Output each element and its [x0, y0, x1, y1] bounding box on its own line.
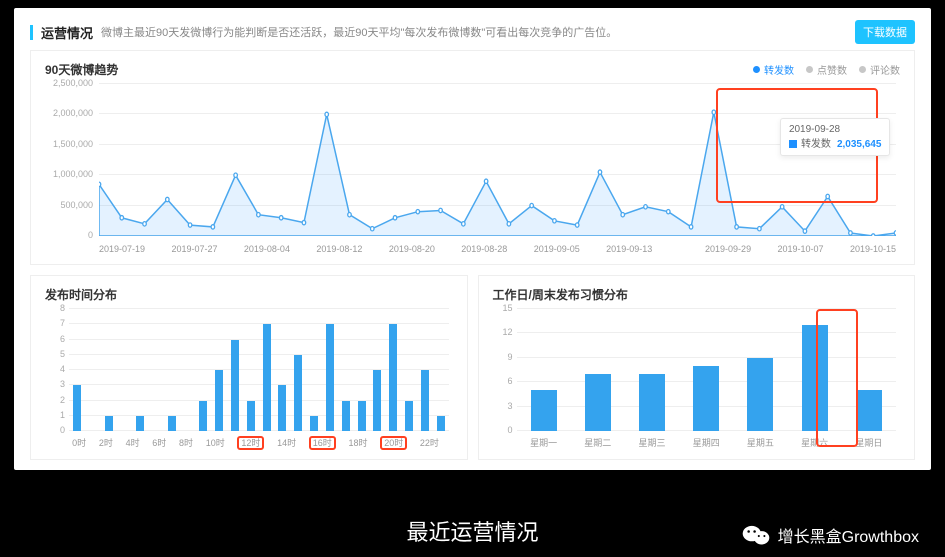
- bar[interactable]: [105, 416, 113, 431]
- bar[interactable]: [585, 374, 611, 431]
- bar[interactable]: [263, 324, 271, 431]
- bar[interactable]: [358, 401, 366, 432]
- weekly-highlight-box: [816, 309, 858, 447]
- hourly-title: 发布时间分布: [45, 286, 117, 303]
- wechat-icon: [742, 523, 770, 547]
- brand-text: 增长黑盒Growthbox: [778, 523, 919, 547]
- bar[interactable]: [231, 340, 239, 432]
- trend-tooltip: 2019-09-28 转发数2,035,645: [780, 118, 891, 156]
- legend-repost[interactable]: 转发数: [753, 62, 794, 77]
- bar[interactable]: [342, 401, 350, 432]
- bar[interactable]: [531, 390, 557, 431]
- trend-chart[interactable]: 0500,0001,000,0001,500,0002,000,0002,500…: [45, 84, 900, 254]
- bar[interactable]: [326, 324, 334, 431]
- dashboard: 运营情况 微博主最近90天发微博行为能判断是否还活跃，最近90天平均"每次发布微…: [14, 8, 931, 470]
- bar[interactable]: [693, 366, 719, 431]
- page-title: 运营情况: [41, 23, 93, 42]
- bar[interactable]: [278, 385, 286, 431]
- bar[interactable]: [294, 355, 302, 431]
- trend-legend: 转发数 点赞数 评论数: [753, 62, 900, 77]
- bar[interactable]: [373, 370, 381, 431]
- legend-like[interactable]: 点赞数: [806, 62, 847, 77]
- bar[interactable]: [310, 416, 318, 431]
- page-subtitle: 微博主最近90天发微博行为能判断是否还活跃，最近90天平均"每次发布微博数"可看…: [101, 24, 617, 40]
- bar[interactable]: [136, 416, 144, 431]
- bar[interactable]: [168, 416, 176, 431]
- bar[interactable]: [437, 416, 445, 431]
- accent-bar: [30, 25, 33, 40]
- bar[interactable]: [199, 401, 207, 432]
- bar[interactable]: [247, 401, 255, 432]
- hourly-panel: 发布时间分布 012345678 0时2时4时6时8时10时12时14时16时1…: [30, 275, 468, 460]
- bar[interactable]: [856, 390, 882, 431]
- bar[interactable]: [389, 324, 397, 431]
- weekly-title: 工作日/周末发布习惯分布: [493, 286, 628, 303]
- footer: 最近运营情况 增长黑盒Growthbox: [0, 515, 945, 547]
- bar[interactable]: [639, 374, 665, 431]
- trend-panel: 90天微博趋势 转发数 点赞数 评论数 0500,0001,000,0001,5…: [30, 50, 915, 265]
- legend-comment[interactable]: 评论数: [859, 62, 900, 77]
- bar[interactable]: [405, 401, 413, 432]
- weekly-panel: 工作日/周末发布习惯分布 03691215 星期一星期二星期三星期四星期五星期六…: [478, 275, 916, 460]
- weekly-chart[interactable]: 03691215 星期一星期二星期三星期四星期五星期六星期日: [493, 309, 901, 449]
- header: 运营情况 微博主最近90天发微博行为能判断是否还活跃，最近90天平均"每次发布微…: [30, 20, 915, 50]
- brand: 增长黑盒Growthbox: [742, 523, 919, 547]
- bar[interactable]: [215, 370, 223, 431]
- trend-title: 90天微博趋势: [45, 61, 118, 78]
- download-button[interactable]: 下载数据: [855, 20, 915, 44]
- bar[interactable]: [421, 370, 429, 431]
- hourly-chart[interactable]: 012345678 0时2时4时6时8时10时12时14时16时18时20时22…: [45, 309, 453, 449]
- bar[interactable]: [747, 358, 773, 431]
- bar[interactable]: [73, 385, 81, 431]
